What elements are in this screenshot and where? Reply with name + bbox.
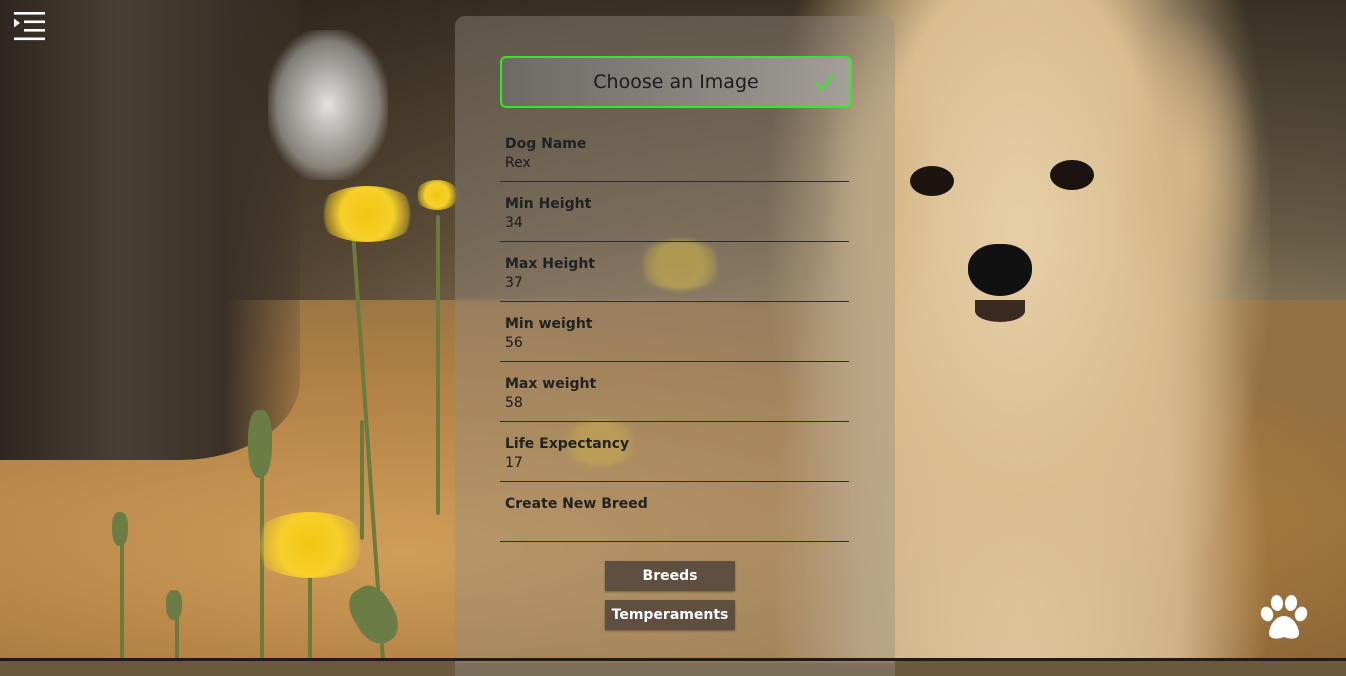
min-height-label: Min Height bbox=[505, 196, 592, 212]
dog-name-field: Dog Name bbox=[500, 136, 849, 182]
max-height-field: Max Height bbox=[500, 256, 849, 302]
min-weight-label: Min weight bbox=[505, 316, 593, 332]
tree-trunk bbox=[0, 0, 300, 460]
yellow-flower bbox=[315, 186, 419, 242]
life-expectancy-field: Life Expectancy bbox=[500, 436, 849, 482]
max-height-input[interactable] bbox=[505, 275, 825, 291]
max-height-label: Max Height bbox=[505, 256, 595, 272]
min-weight-field: Min weight bbox=[500, 316, 849, 362]
breeds-button[interactable]: Breeds bbox=[605, 561, 735, 591]
temperaments-button[interactable]: Temperaments bbox=[605, 600, 735, 630]
dog-nose bbox=[968, 244, 1032, 296]
choose-image-label: Choose an Image bbox=[593, 71, 759, 93]
yellow-flower bbox=[415, 180, 459, 210]
max-weight-field: Max weight bbox=[500, 376, 849, 422]
life-expectancy-label: Life Expectancy bbox=[505, 436, 630, 452]
max-weight-label: Max weight bbox=[505, 376, 597, 392]
create-new-breed-input[interactable] bbox=[505, 515, 825, 531]
yellow-flower bbox=[250, 512, 370, 578]
create-new-breed-field: Create New Breed bbox=[500, 496, 849, 542]
min-weight-input[interactable] bbox=[505, 335, 825, 351]
dog-eye bbox=[1050, 160, 1094, 190]
menu-indent-icon[interactable] bbox=[12, 10, 48, 42]
check-icon bbox=[815, 73, 835, 91]
dog-name-input[interactable] bbox=[505, 155, 825, 171]
paw-icon[interactable] bbox=[1258, 594, 1310, 642]
dog-eye bbox=[910, 166, 954, 196]
dog-name-label: Dog Name bbox=[505, 136, 587, 152]
min-height-input[interactable] bbox=[505, 215, 825, 231]
min-height-field: Min Height bbox=[500, 196, 849, 242]
create-new-breed-label: Create New Breed bbox=[505, 496, 648, 512]
life-expectancy-input[interactable] bbox=[505, 455, 825, 471]
max-weight-input[interactable] bbox=[505, 395, 825, 411]
choose-image-button[interactable]: Choose an Image bbox=[500, 56, 852, 108]
